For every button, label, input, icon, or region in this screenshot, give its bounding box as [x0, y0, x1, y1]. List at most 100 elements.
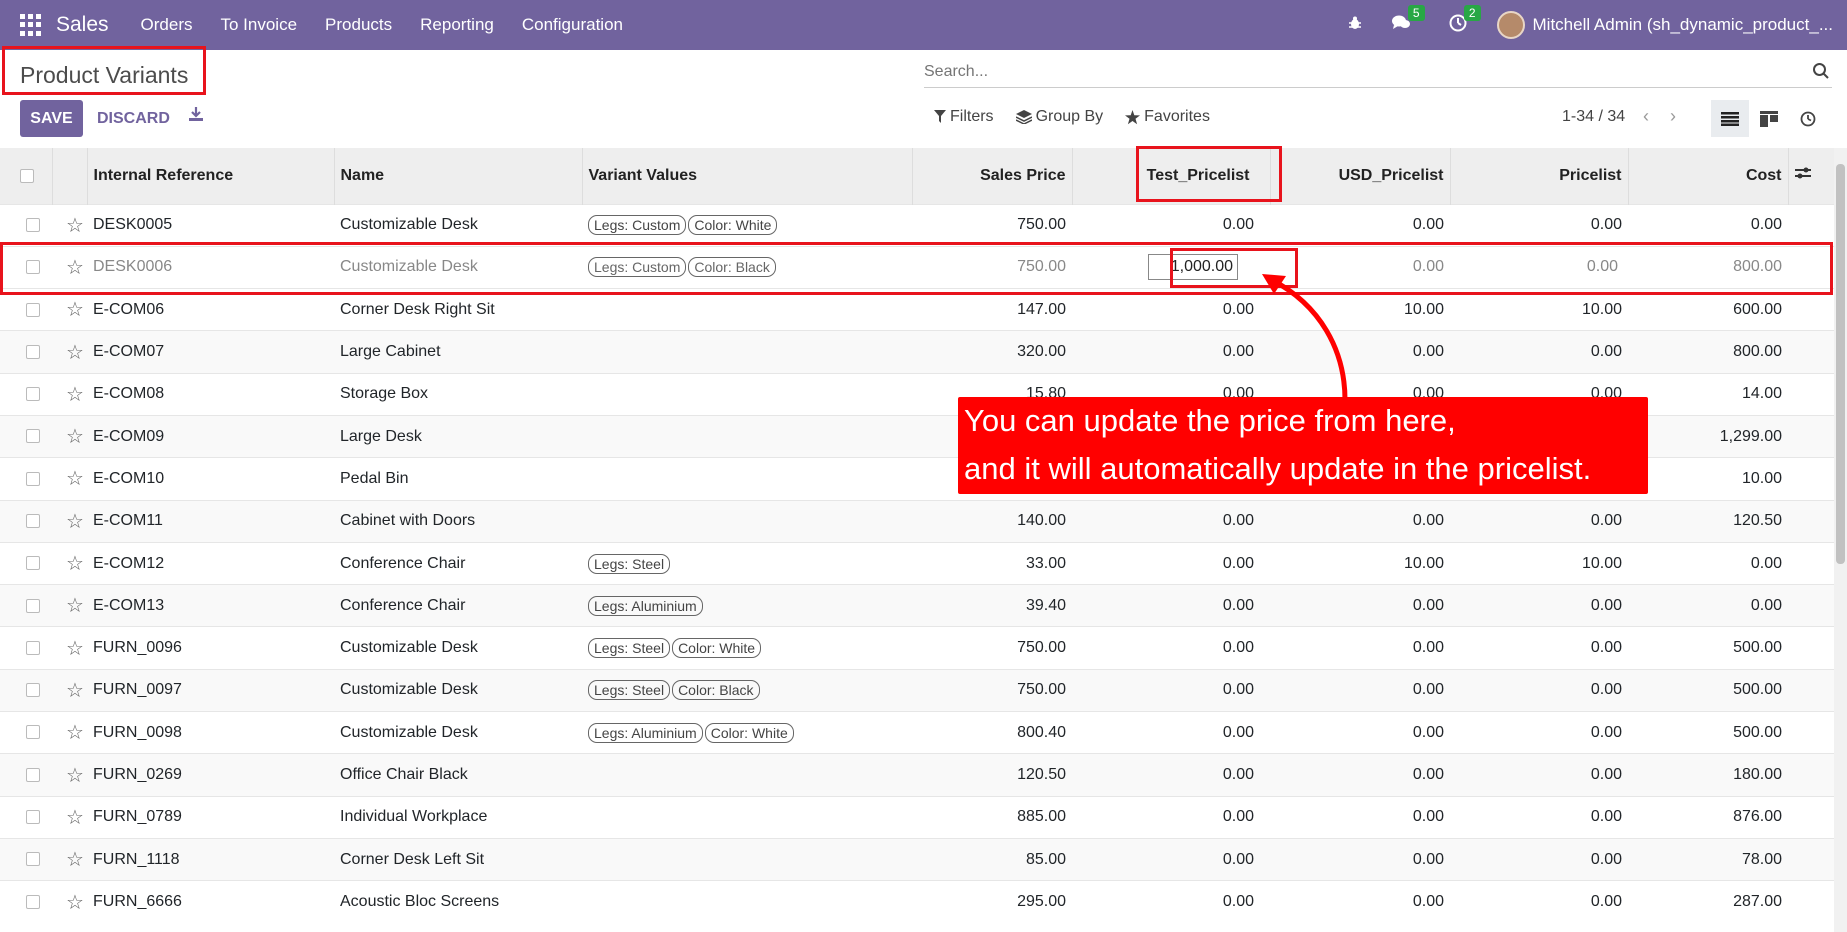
- row-checkbox[interactable]: [26, 429, 40, 444]
- pricelist-cell[interactable]: 0.00: [1450, 880, 1628, 924]
- kanban-view-button[interactable]: [1750, 100, 1788, 137]
- activity-view-button[interactable]: [1789, 100, 1827, 137]
- sales-price-cell[interactable]: 320.00: [912, 330, 1072, 374]
- variant-values-cell[interactable]: [582, 330, 912, 374]
- menu-products[interactable]: Products: [311, 15, 406, 35]
- usd-pricelist-cell[interactable]: 0.00: [1270, 753, 1450, 797]
- cost-cell[interactable]: 120.50: [1628, 499, 1788, 543]
- table-row[interactable]: ☆ E-COM11 Cabinet with Doors 140.00 0.00 0.00…: [0, 499, 1834, 543]
- star-icon[interactable]: ☆: [66, 215, 84, 237]
- sales-price-cell[interactable]: 750.00: [912, 626, 1072, 670]
- sales-price-cell[interactable]: 750.00: [912, 203, 1072, 247]
- test-pricelist-cell[interactable]: 0.00: [1072, 668, 1270, 712]
- test-pricelist-cell[interactable]: 0.00: [1072, 753, 1270, 797]
- row-checkbox[interactable]: [26, 598, 40, 613]
- list-view-button[interactable]: [1711, 100, 1749, 137]
- cost-cell[interactable]: 500.00: [1628, 711, 1788, 754]
- test-pricelist-cell[interactable]: 0.00: [1072, 203, 1270, 247]
- row-checkbox[interactable]: [26, 852, 40, 867]
- pager-previous-icon[interactable]: ‹: [1643, 106, 1649, 127]
- cost-cell[interactable]: 287.00: [1628, 880, 1788, 924]
- menu-orders[interactable]: Orders: [127, 15, 207, 35]
- star-icon[interactable]: ☆: [66, 384, 84, 406]
- internal-reference-cell[interactable]: DESK0005: [87, 203, 334, 247]
- star-icon[interactable]: ☆: [66, 807, 84, 829]
- cost-cell[interactable]: 500.00: [1628, 626, 1788, 670]
- groupby-button[interactable]: Group By: [1015, 108, 1103, 126]
- column-header-variant-values[interactable]: Variant Values: [581, 148, 912, 204]
- table-row[interactable]: ☆ FURN_0097 Customizable Desk Legs: Steel Co…: [0, 668, 1834, 712]
- sales-price-cell[interactable]: 140.00: [912, 499, 1072, 543]
- variant-values-cell[interactable]: [582, 795, 912, 839]
- row-checkbox[interactable]: [26, 810, 40, 825]
- pricelist-cell[interactable]: 0.00: [1450, 626, 1628, 670]
- pricelist-cell[interactable]: 0.00: [1450, 753, 1628, 797]
- app-brand[interactable]: Sales: [56, 13, 109, 37]
- column-header-sales-price[interactable]: Sales Price: [911, 148, 1072, 204]
- sales-price-cell[interactable]: 295.00: [912, 880, 1072, 924]
- sales-price-cell[interactable]: 800.40: [912, 711, 1072, 754]
- optional-columns-toggle[interactable]: [1787, 148, 1834, 204]
- internal-reference-cell[interactable]: FURN_6666: [87, 880, 334, 924]
- test-pricelist-cell[interactable]: 0.00: [1072, 795, 1270, 839]
- internal-reference-cell[interactable]: E-COM10: [87, 457, 334, 501]
- name-cell[interactable]: Office Chair Black: [334, 753, 582, 797]
- usd-pricelist-cell[interactable]: 0.00: [1270, 584, 1450, 627]
- sales-price-cell[interactable]: 120.50: [912, 753, 1072, 797]
- name-cell[interactable]: Large Desk: [334, 414, 582, 458]
- name-cell[interactable]: Storage Box: [334, 372, 582, 416]
- scrollbar-thumb[interactable]: [1836, 164, 1845, 564]
- pricelist-cell[interactable]: 0.00: [1450, 795, 1628, 839]
- usd-pricelist-cell[interactable]: 0.00: [1270, 203, 1450, 247]
- test-pricelist-cell[interactable]: 0.00: [1072, 499, 1270, 543]
- test-pricelist-cell[interactable]: 0.00: [1072, 541, 1270, 585]
- test-pricelist-cell[interactable]: 0.00: [1072, 330, 1270, 374]
- usd-pricelist-cell[interactable]: 0.00: [1270, 711, 1450, 754]
- sales-price-cell[interactable]: 750.00: [912, 668, 1072, 712]
- cost-cell[interactable]: 876.00: [1628, 795, 1788, 839]
- pager-value[interactable]: 1-34 / 34: [1562, 108, 1625, 126]
- name-cell[interactable]: Acoustic Bloc Screens: [334, 880, 582, 924]
- apps-grid-icon[interactable]: [20, 14, 42, 36]
- name-cell[interactable]: Corner Desk Left Sit: [334, 837, 582, 881]
- table-row[interactable]: ☆ DESK0005 Customizable Desk Legs: Custom Co…: [0, 203, 1834, 247]
- star-icon[interactable]: ☆: [66, 595, 84, 617]
- test-pricelist-cell[interactable]: 0.00: [1072, 880, 1270, 924]
- row-checkbox[interactable]: [26, 683, 40, 698]
- star-icon[interactable]: ☆: [66, 342, 84, 364]
- internal-reference-cell[interactable]: E-COM13: [87, 584, 334, 627]
- pricelist-cell[interactable]: 0.00: [1450, 837, 1628, 881]
- cost-cell[interactable]: 0.00: [1628, 584, 1788, 627]
- pricelist-cell[interactable]: 0.00: [1450, 668, 1628, 712]
- row-checkbox[interactable]: [26, 471, 40, 486]
- column-header-usd-pricelist[interactable]: USD_Pricelist: [1269, 148, 1450, 204]
- variant-values-cell[interactable]: Legs: Aluminium Color: White: [582, 711, 912, 754]
- messages-icon[interactable]: 5: [1391, 4, 1425, 37]
- pricelist-cell[interactable]: 10.00: [1450, 541, 1628, 585]
- cost-cell[interactable]: 0.00: [1628, 541, 1788, 585]
- bug-icon[interactable]: [1347, 15, 1363, 36]
- table-row[interactable]: ☆ E-COM07 Large Cabinet 320.00 0.00 0.00 0.00 8…: [0, 330, 1834, 374]
- star-icon[interactable]: ☆: [66, 892, 84, 914]
- user-menu[interactable]: Mitchell Admin (sh_dynamic_product_...: [1533, 15, 1833, 35]
- usd-pricelist-cell[interactable]: 0.00: [1270, 668, 1450, 712]
- internal-reference-cell[interactable]: E-COM07: [87, 330, 334, 374]
- table-row[interactable]: ☆ FURN_0098 Customizable Desk Legs: Alumini…: [0, 711, 1834, 754]
- star-icon[interactable]: ☆: [66, 849, 84, 871]
- cost-cell[interactable]: 10.00: [1628, 457, 1788, 501]
- select-all-checkbox[interactable]: [20, 168, 34, 183]
- sales-price-cell[interactable]: 39.40: [912, 584, 1072, 627]
- column-header-name[interactable]: Name: [333, 148, 582, 204]
- sales-price-cell[interactable]: 33.00: [912, 541, 1072, 585]
- row-checkbox[interactable]: [26, 302, 40, 317]
- star-icon[interactable]: ☆: [66, 468, 84, 490]
- internal-reference-cell[interactable]: FURN_0096: [87, 626, 334, 670]
- table-row[interactable]: ☆ FURN_0096 Customizable Desk Legs: Steel Co…: [0, 626, 1834, 670]
- cost-cell[interactable]: 14.00: [1628, 372, 1788, 416]
- row-checkbox[interactable]: [26, 217, 40, 232]
- pricelist-cell[interactable]: 0.00: [1450, 711, 1628, 754]
- row-checkbox[interactable]: [26, 513, 40, 528]
- star-icon[interactable]: ☆: [66, 511, 84, 533]
- usd-pricelist-cell[interactable]: 0.00: [1270, 880, 1450, 924]
- pricelist-cell[interactable]: 0.00: [1450, 330, 1628, 374]
